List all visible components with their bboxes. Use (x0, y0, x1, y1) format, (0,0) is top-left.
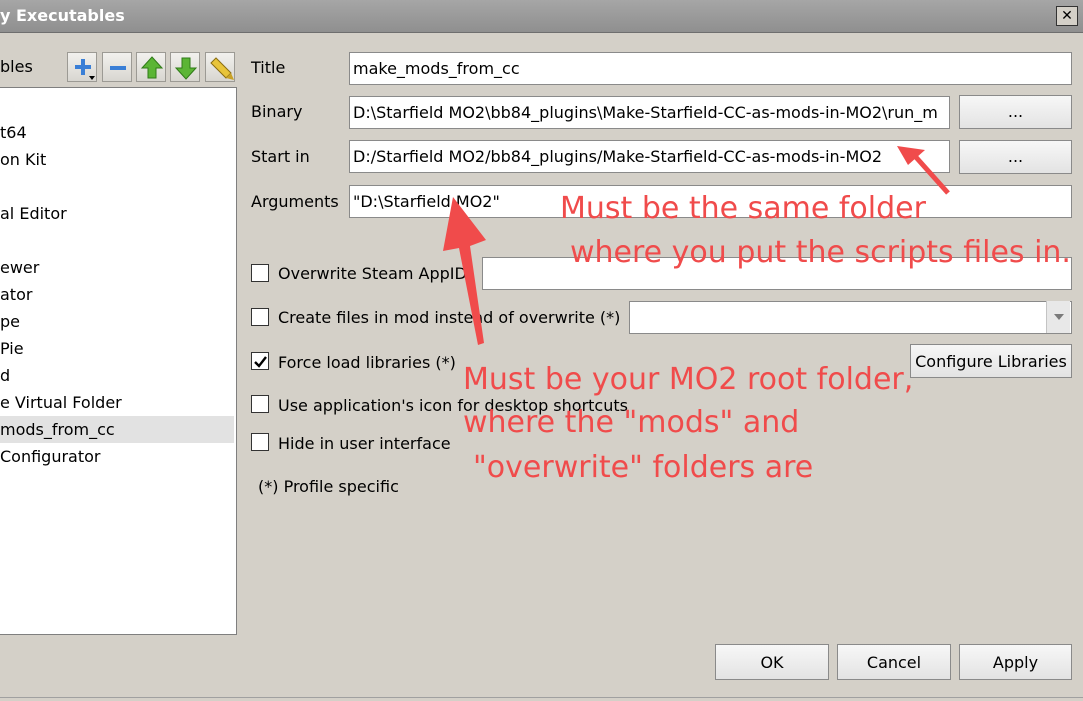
executables-list[interactable]: t64 on Kit al Editor ewer ator pe Pie d … (0, 87, 237, 635)
binary-input[interactable]: D:\Starfield MO2\bb84_plugins\Make-Starf… (349, 96, 950, 129)
close-button[interactable]: ✕ (1056, 6, 1078, 26)
window-bottom-edge (0, 697, 1083, 698)
arguments-annotation-line2: where the "mods" and (463, 405, 800, 440)
list-item[interactable]: al Editor (0, 200, 67, 227)
title-bar: y Executables ✕ (0, 0, 1083, 33)
checkmark-icon (254, 356, 267, 368)
apply-button[interactable]: Apply (959, 644, 1072, 680)
force-load-checkbox[interactable] (251, 352, 269, 370)
move-up-icon (140, 56, 164, 79)
remove-executable-button[interactable] (102, 52, 132, 82)
clear-icon (210, 57, 234, 80)
hide-ui-checkbox[interactable] (251, 433, 269, 451)
list-item[interactable]: on Kit (0, 146, 46, 173)
arguments-label: Arguments (251, 192, 339, 211)
remove-icon (110, 66, 126, 70)
mod-select[interactable] (629, 301, 1072, 334)
move-up-button[interactable] (136, 52, 166, 82)
configure-libraries-button[interactable]: Configure Libraries (910, 344, 1072, 378)
list-item[interactable]: ator (0, 281, 32, 308)
move-down-icon (174, 57, 198, 80)
add-icon (75, 59, 95, 80)
arguments-annotation-line3: "overwrite" folders are (473, 450, 814, 485)
clear-button[interactable] (205, 52, 235, 82)
list-item[interactable]: ewer (0, 254, 39, 281)
start-in-browse-button[interactable]: ... (959, 140, 1072, 174)
title-input[interactable]: make_mods_from_cc (349, 52, 1072, 85)
add-executable-button[interactable] (67, 52, 97, 82)
create-files-checkbox[interactable] (251, 308, 269, 326)
use-icon-checkbox[interactable] (251, 395, 269, 413)
list-item[interactable]: Configurator (0, 443, 101, 470)
ok-button[interactable]: OK (715, 644, 829, 680)
list-item[interactable]: e Virtual Folder (0, 389, 122, 416)
executables-label: bles (0, 57, 33, 76)
start-in-annotation-line1: Must be the same folder (560, 191, 926, 226)
start-in-annotation-line2: where you put the scripts files in. (570, 235, 1071, 270)
binary-label: Binary (251, 102, 303, 121)
cancel-button[interactable]: Cancel (837, 644, 951, 680)
mod-select-dropdown[interactable] (1046, 301, 1070, 333)
title-label: Title (251, 58, 286, 77)
arguments-annotation-line1: Must be your MO2 root folder, (463, 362, 914, 397)
move-down-button[interactable] (170, 52, 200, 82)
force-load-label: Force load libraries (*) (278, 353, 456, 372)
overwrite-appid-label: Overwrite Steam AppID (278, 264, 467, 283)
list-item-selected[interactable]: mods_from_cc (0, 416, 234, 443)
list-item[interactable]: t64 (0, 119, 27, 146)
start-in-label: Start in (251, 147, 310, 166)
list-item[interactable]: pe (0, 308, 20, 335)
binary-browse-button[interactable]: ... (959, 95, 1072, 129)
start-in-input[interactable]: D:/Starfield MO2/bb84_plugins/Make-Starf… (349, 140, 950, 173)
list-item[interactable]: d (0, 362, 10, 389)
hide-ui-label: Hide in user interface (278, 434, 451, 453)
window-title: y Executables (0, 6, 125, 25)
create-files-label: Create files in mod instead of overwrite… (278, 308, 621, 327)
profile-specific-note: (*) Profile specific (258, 477, 399, 496)
list-item[interactable]: Pie (0, 335, 24, 362)
chevron-down-icon (1054, 314, 1064, 320)
close-icon: ✕ (1061, 8, 1073, 24)
overwrite-appid-checkbox[interactable] (251, 264, 269, 282)
